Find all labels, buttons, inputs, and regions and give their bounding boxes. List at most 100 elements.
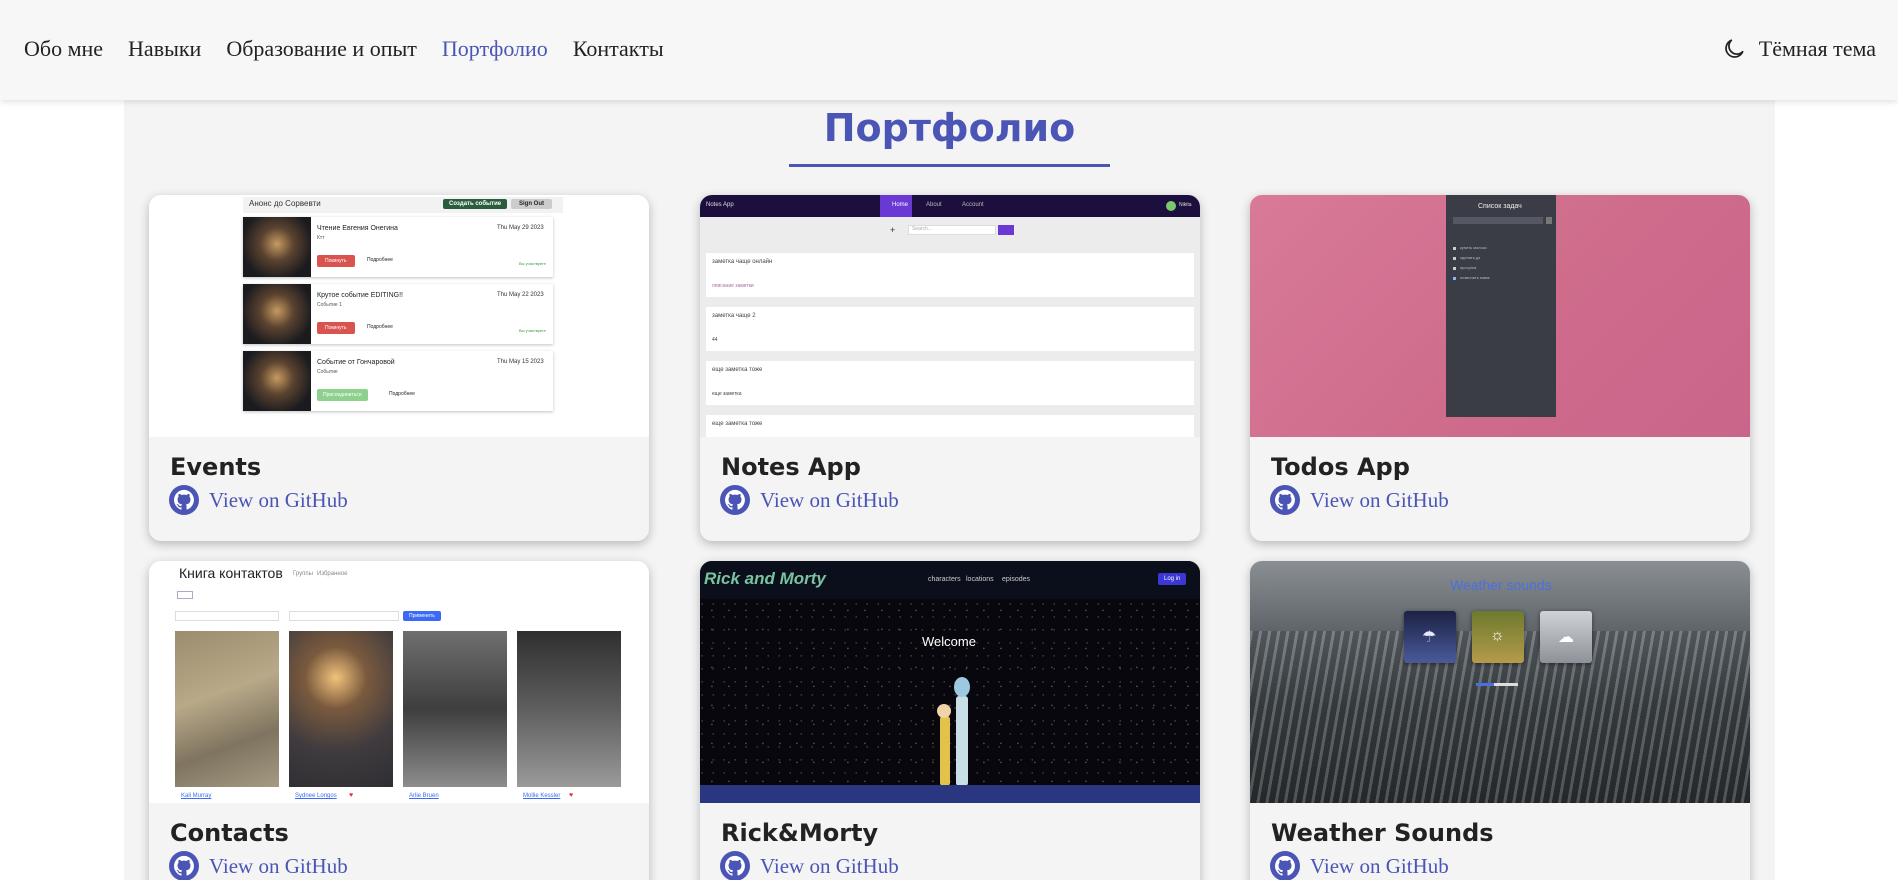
- preview-text: Weather sounds: [1450, 577, 1552, 593]
- github-link-label: View on GitHub: [209, 853, 348, 878]
- preview-text: Книга контактов: [179, 565, 283, 581]
- preview-text: Nikita: [1179, 202, 1192, 208]
- preview-text: Вы участвуете: [519, 261, 546, 266]
- preview-text: еще заметка тоже: [712, 367, 763, 373]
- preview-text: About: [926, 202, 942, 208]
- top-navbar: Обо мне Навыки Образование и опыт Портфо…: [0, 0, 1898, 100]
- github-link[interactable]: View on GitHub: [169, 851, 348, 880]
- preview-text: Чтение Евгения Онегина: [317, 225, 398, 232]
- nav-link-about[interactable]: Обо мне: [24, 36, 103, 62]
- github-icon: [720, 851, 750, 880]
- preview-text: купить молоко: [1460, 245, 1487, 250]
- preview-text: Событие: [317, 369, 338, 375]
- project-preview-rick-morty: Rick and Morty characters locations epis…: [700, 561, 1200, 803]
- cloud-icon: ☂: [1422, 629, 1437, 646]
- preview-text: 44: [712, 337, 718, 343]
- preview-text: Группы: [293, 571, 313, 577]
- preview-text: еще заметка тоже: [712, 421, 763, 427]
- preview-text: заметка чаще 2: [712, 313, 756, 319]
- project-preview-notes-app: Notes App Home About Account Nikita + Se…: [700, 195, 1200, 437]
- github-link[interactable]: View on GitHub: [720, 485, 899, 515]
- preview-text: Sydnee Longos: [295, 793, 337, 799]
- project-title: Rick&Morty: [721, 819, 879, 847]
- preview-text: Событие от Гончаровой: [317, 359, 395, 366]
- preview-text: прогулка: [1460, 265, 1477, 270]
- github-icon: [169, 485, 199, 515]
- preview-text: Список задач: [1478, 203, 1522, 210]
- preview-text: Notes App: [706, 202, 734, 208]
- preview-text: Log in: [1158, 573, 1187, 585]
- project-card-contacts: Книга контактов Группы Избранное Примени…: [149, 561, 649, 880]
- preview-text: позвонить маме: [1460, 275, 1490, 280]
- project-preview-events: Анонс до Сорвевти Создать событие Sign O…: [149, 195, 649, 437]
- project-card-events: Анонс до Сорвевти Создать событие Sign O…: [149, 195, 649, 541]
- github-link[interactable]: View on GitHub: [720, 851, 899, 880]
- cloud-icon: ☁: [1558, 629, 1574, 646]
- github-link-label: View on GitHub: [760, 853, 899, 878]
- section-title: Портфолио: [823, 106, 1076, 150]
- github-icon: [1270, 851, 1300, 880]
- heart-icon: ♥: [349, 792, 354, 799]
- github-link[interactable]: View on GitHub: [1270, 851, 1449, 880]
- preview-text: Избранное: [317, 571, 348, 577]
- preview-text: characters: [928, 576, 961, 583]
- portfolio-section: Портфолио Анонс до Сорвевти Создать собы…: [124, 100, 1775, 880]
- project-title: Events: [170, 453, 262, 481]
- github-icon: [1270, 485, 1300, 515]
- nav-link-contacts[interactable]: Контакты: [573, 36, 664, 62]
- preview-text: Search...: [912, 226, 933, 232]
- preview-text: Thu May 29 2023: [497, 225, 544, 231]
- github-link-label: View on GitHub: [1310, 487, 1449, 512]
- preview-text: Крутое событие EDITING!!: [317, 292, 403, 299]
- preview-text: Mollie Kessler: [523, 793, 561, 799]
- preview-text: Покинуть: [317, 322, 355, 334]
- preview-text: Применить: [403, 611, 441, 621]
- github-link[interactable]: View on GitHub: [1270, 485, 1449, 515]
- preview-text: Присоединиться: [317, 389, 368, 401]
- theme-toggle[interactable]: Тёмная тема: [1721, 36, 1876, 62]
- github-icon: [169, 851, 199, 880]
- preview-text: Событие 1: [317, 302, 342, 308]
- nav-link-education[interactable]: Образование и опыт: [226, 36, 417, 62]
- project-card-rick-morty: Rick and Morty characters locations epis…: [700, 561, 1200, 880]
- preview-text: Подробнее: [367, 324, 393, 330]
- project-preview-weather-sounds: Weather sounds ☂ ☼ ☁: [1250, 561, 1750, 803]
- project-title: Weather Sounds: [1271, 819, 1494, 847]
- preview-text: Ктт: [317, 235, 325, 241]
- sun-icon: ☼: [1490, 627, 1505, 644]
- preview-text: Подробнее: [389, 391, 415, 397]
- preview-text: Kali Murray: [181, 793, 212, 799]
- preview-text: Анонс до Сорвевти: [249, 199, 321, 208]
- nav-link-skills[interactable]: Навыки: [128, 36, 201, 62]
- preview-text: Account: [962, 202, 984, 208]
- preview-text: Создать событие: [443, 199, 508, 209]
- project-card-weather-sounds: Weather sounds ☂ ☼ ☁ Weather Sounds View…: [1250, 561, 1750, 880]
- heart-icon: ♥: [569, 792, 574, 799]
- preview-text: Thu May 15 2023: [497, 359, 544, 365]
- preview-text: Rick and Morty: [704, 569, 826, 588]
- github-link-label: View on GitHub: [209, 487, 348, 512]
- preview-text: +: [890, 225, 896, 235]
- project-preview-todos-app: Список задач купить молоко сделать дз пр…: [1250, 195, 1750, 437]
- project-card-todos-app: Список задач купить молоко сделать дз пр…: [1250, 195, 1750, 541]
- preview-text: Вы участвуете: [519, 328, 546, 333]
- preview-text: описание заметки: [712, 283, 754, 289]
- project-card-notes-app: Notes App Home About Account Nikita + Se…: [700, 195, 1200, 541]
- preview-text: сделать дз: [1460, 255, 1481, 260]
- preview-text: Покинуть: [317, 255, 355, 267]
- main-nav: Обо мне Навыки Образование и опыт Портфо…: [24, 36, 664, 62]
- nav-link-portfolio[interactable]: Портфолио: [442, 36, 548, 62]
- title-underline: [789, 164, 1110, 167]
- preview-text: episodes: [1002, 576, 1031, 583]
- project-title: Contacts: [170, 819, 289, 847]
- project-title: Notes App: [721, 453, 861, 481]
- github-link[interactable]: View on GitHub: [169, 485, 348, 515]
- preview-text: еще заметка: [712, 391, 742, 397]
- preview-text: заметка чаще онлайн: [712, 259, 773, 265]
- preview-text: Welcome: [922, 634, 976, 649]
- theme-toggle-label: Тёмная тема: [1758, 36, 1876, 61]
- preview-text: locations: [966, 576, 994, 583]
- project-title: Todos App: [1271, 453, 1410, 481]
- preview-text: Home: [892, 202, 909, 208]
- project-preview-contacts: Книга контактов Группы Избранное Примени…: [149, 561, 649, 803]
